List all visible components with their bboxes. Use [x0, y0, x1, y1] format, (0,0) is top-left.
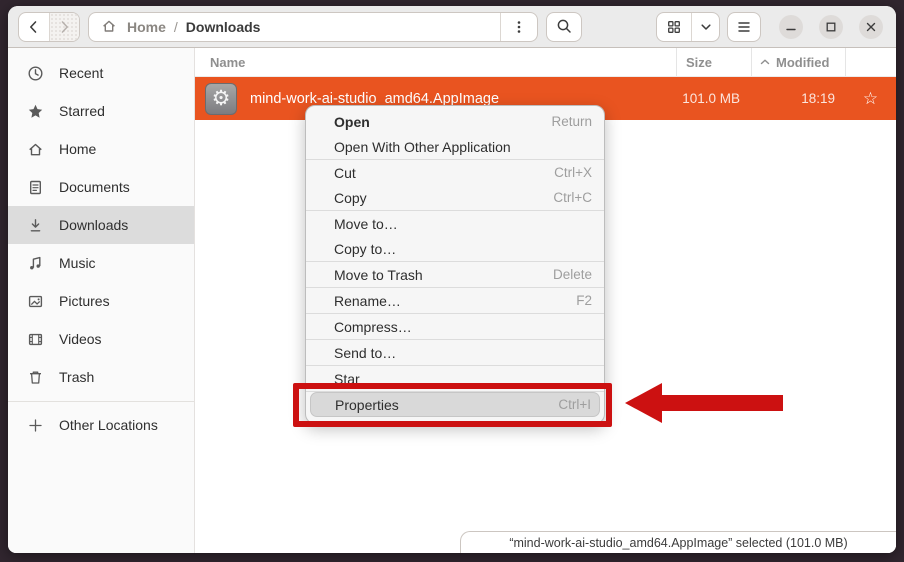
sidebar-item-music[interactable]: Music	[8, 244, 194, 282]
star-outline-icon[interactable]: ☆	[845, 89, 896, 109]
sidebar-item-trash[interactable]: Trash	[8, 358, 194, 396]
path-bar[interactable]: Home / Downloads	[88, 12, 538, 42]
maximize-icon	[825, 21, 837, 33]
chevron-down-icon	[699, 20, 713, 34]
annotation-highlight-box	[293, 383, 612, 427]
menu-item-copy-to[interactable]: Copy to…	[306, 236, 604, 261]
menu-item-move-to[interactable]: Move to…	[306, 211, 604, 236]
breadcrumb-home[interactable]: Home	[127, 19, 166, 35]
home-icon	[101, 18, 118, 35]
home-icon	[27, 141, 44, 158]
view-options-dropdown[interactable]	[692, 13, 719, 41]
maximize-button[interactable]	[819, 15, 843, 39]
hamburger-menu-icon	[736, 20, 752, 34]
close-button[interactable]	[859, 15, 883, 39]
header-bar: Home / Downloads	[8, 6, 896, 48]
menu-item-compress[interactable]: Compress…	[306, 314, 604, 339]
search-button[interactable]	[546, 12, 582, 42]
sidebar: Recent Starred Home Documents Downloads …	[8, 48, 195, 553]
chevron-left-icon	[26, 19, 42, 35]
minimize-button[interactable]	[779, 15, 803, 39]
column-header-modified[interactable]: Modified	[751, 48, 845, 76]
back-button[interactable]	[19, 13, 49, 41]
search-icon	[556, 18, 573, 35]
sidebar-item-documents[interactable]: Documents	[8, 168, 194, 206]
clock-icon	[27, 65, 44, 82]
location-menu-button[interactable]	[501, 13, 537, 41]
sidebar-item-home[interactable]: Home	[8, 130, 194, 168]
menu-item-move-to-trash[interactable]: Move to TrashDelete	[306, 262, 604, 287]
document-icon	[27, 179, 44, 196]
sidebar-item-label: Trash	[59, 369, 94, 385]
executable-gear-icon: ⚙	[205, 83, 237, 115]
status-bar: “mind-work-ai-studio_amd64.AppImage” sel…	[460, 531, 896, 553]
column-header-name[interactable]: Name	[195, 48, 676, 76]
breadcrumb-separator: /	[174, 19, 178, 35]
list-column-headers: Name Size Modified	[195, 48, 896, 77]
sidebar-item-label: Pictures	[59, 293, 110, 309]
sidebar-item-label: Home	[59, 141, 96, 157]
menu-item-open-with-other-application[interactable]: Open With Other Application	[306, 134, 604, 159]
sidebar-item-other-locations[interactable]: Other Locations	[8, 406, 194, 444]
kebab-menu-icon	[511, 19, 527, 35]
menu-item-cut[interactable]: CutCtrl+X	[306, 160, 604, 185]
context-menu: OpenReturn Open With Other Application C…	[305, 105, 605, 424]
breadcrumb-current[interactable]: Downloads	[186, 19, 261, 35]
navigation-buttons	[18, 12, 80, 42]
menu-item-copy[interactable]: CopyCtrl+C	[306, 185, 604, 210]
grid-view-icon	[666, 19, 682, 35]
file-size: 101.0 MB	[676, 91, 751, 106]
file-modified-time: 18:19	[751, 91, 845, 106]
sidebar-item-label: Music	[59, 255, 96, 271]
download-icon	[27, 217, 44, 234]
sidebar-item-label: Documents	[59, 179, 130, 195]
sidebar-item-downloads[interactable]: Downloads	[8, 206, 194, 244]
annotation-arrow-icon	[620, 378, 790, 428]
sidebar-item-label: Other Locations	[59, 417, 158, 433]
music-note-icon	[27, 255, 44, 272]
sidebar-item-recent[interactable]: Recent	[8, 54, 194, 92]
menu-item-rename[interactable]: Rename…F2	[306, 288, 604, 313]
film-icon	[27, 331, 44, 348]
trash-icon	[27, 369, 44, 386]
window-controls	[779, 15, 883, 39]
selection-status-text: “mind-work-ai-studio_amd64.AppImage” sel…	[509, 536, 847, 550]
column-header-star[interactable]	[845, 48, 896, 76]
main-menu-button[interactable]	[727, 12, 761, 42]
picture-icon	[27, 293, 44, 310]
chevron-right-icon	[56, 19, 72, 35]
sidebar-item-label: Downloads	[59, 217, 128, 233]
minimize-icon	[785, 21, 797, 33]
star-icon	[27, 103, 44, 120]
sidebar-separator	[8, 401, 194, 402]
sidebar-item-label: Starred	[59, 103, 105, 119]
sidebar-item-videos[interactable]: Videos	[8, 320, 194, 358]
close-icon	[865, 21, 877, 33]
column-header-size[interactable]: Size	[676, 48, 751, 76]
grid-view-button[interactable]	[657, 13, 691, 41]
sidebar-item-pictures[interactable]: Pictures	[8, 282, 194, 320]
view-toggle-split-button	[656, 12, 720, 42]
sidebar-item-label: Recent	[59, 65, 103, 81]
forward-button[interactable]	[49, 13, 80, 41]
menu-item-send-to[interactable]: Send to…	[306, 340, 604, 365]
sort-ascending-icon	[759, 56, 771, 68]
sidebar-item-label: Videos	[59, 331, 102, 347]
sidebar-item-starred[interactable]: Starred	[8, 92, 194, 130]
plus-icon	[27, 417, 44, 434]
menu-item-open[interactable]: OpenReturn	[306, 109, 604, 134]
